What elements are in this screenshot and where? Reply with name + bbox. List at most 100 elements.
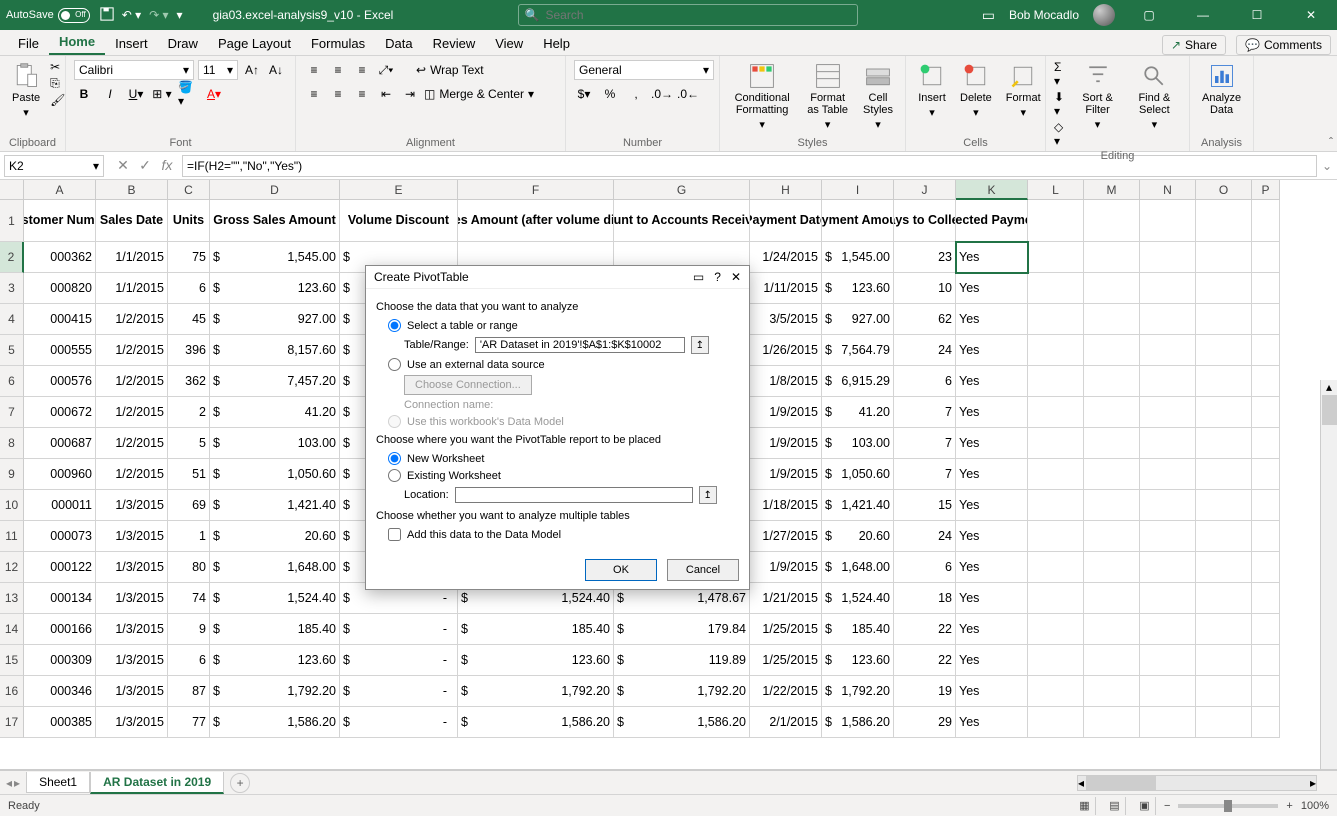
cell-N4[interactable]	[1140, 304, 1196, 335]
cell-B14[interactable]: 1/3/2015	[96, 614, 168, 645]
cell-J5[interactable]: 24	[894, 335, 956, 366]
cell-O2[interactable]	[1196, 242, 1252, 273]
col-header-M[interactable]: M	[1084, 180, 1140, 200]
header-cell[interactable]: Collected Payment?	[956, 200, 1028, 242]
cell-K3[interactable]: Yes	[956, 273, 1028, 304]
cell-C12[interactable]: 80	[168, 552, 210, 583]
cell-K2[interactable]: Yes	[956, 242, 1028, 273]
cell-A9[interactable]: 000960	[24, 459, 96, 490]
cell-I9[interactable]: $1,050.60	[822, 459, 894, 490]
cell-L7[interactable]	[1028, 397, 1084, 428]
minimize-icon[interactable]: —	[1183, 0, 1223, 30]
col-header-C[interactable]: C	[168, 180, 210, 200]
cell-I12[interactable]: $1,648.00	[822, 552, 894, 583]
dialog-help-icon[interactable]: ?	[714, 270, 721, 284]
row-header-2[interactable]: 2	[0, 242, 24, 273]
cell-F16[interactable]: $1,792.20	[458, 676, 614, 707]
header-cell[interactable]: Sales Date	[96, 200, 168, 242]
row-header-12[interactable]: 12	[0, 552, 24, 583]
dialog-move-icon[interactable]: ▭	[693, 270, 704, 284]
opt-external-source[interactable]: Use an external data source	[388, 356, 739, 373]
cell-D16[interactable]: $1,792.20	[210, 676, 340, 707]
cell-L6[interactable]	[1028, 366, 1084, 397]
cell-N3[interactable]	[1140, 273, 1196, 304]
cell-I2[interactable]: $1,545.00	[822, 242, 894, 273]
cell-H15[interactable]: 1/25/2015	[750, 645, 822, 676]
cell-K11[interactable]: Yes	[956, 521, 1028, 552]
header-cell[interactable]: Units	[168, 200, 210, 242]
tab-help[interactable]: Help	[533, 32, 580, 55]
location-select-icon[interactable]: ↥	[699, 486, 717, 504]
cell-P2[interactable]	[1252, 242, 1280, 273]
header-cell[interactable]: Days to Collect	[894, 200, 956, 242]
cell-K7[interactable]: Yes	[956, 397, 1028, 428]
cell-P7[interactable]	[1252, 397, 1280, 428]
paste-button[interactable]: Paste▾	[8, 60, 44, 121]
cell-J2[interactable]: 23	[894, 242, 956, 273]
cell-I8[interactable]: $103.00	[822, 428, 894, 459]
cell-M14[interactable]	[1084, 614, 1140, 645]
cell-P12[interactable]	[1252, 552, 1280, 583]
header-cell[interactable]: Amount to Accounts Receivable	[614, 200, 750, 242]
cell-C5[interactable]: 396	[168, 335, 210, 366]
cell-C16[interactable]: 87	[168, 676, 210, 707]
cell-I3[interactable]: $123.60	[822, 273, 894, 304]
ok-button[interactable]: OK	[585, 559, 657, 581]
cell-L3[interactable]	[1028, 273, 1084, 304]
cell-N5[interactable]	[1140, 335, 1196, 366]
cell-B3[interactable]: 1/1/2015	[96, 273, 168, 304]
col-header-J[interactable]: J	[894, 180, 956, 200]
cell-P10[interactable]	[1252, 490, 1280, 521]
tab-data[interactable]: Data	[375, 32, 422, 55]
undo-icon[interactable]: ↶ ▾	[122, 8, 141, 22]
cell-N15[interactable]	[1140, 645, 1196, 676]
cell-N2[interactable]	[1140, 242, 1196, 273]
cell-A16[interactable]: 000346	[24, 676, 96, 707]
col-header-N[interactable]: N	[1140, 180, 1196, 200]
insert-cells-button[interactable]: Insert▾	[914, 60, 950, 121]
header-cell[interactable]	[1140, 200, 1196, 242]
row-header-5[interactable]: 5	[0, 335, 24, 366]
search-input[interactable]	[545, 8, 850, 22]
font-size-dropdown[interactable]: 11▾	[198, 60, 238, 80]
tab-draw[interactable]: Draw	[158, 32, 208, 55]
zoom-in-icon[interactable]: +	[1286, 800, 1292, 812]
align-top-icon[interactable]: ≡	[304, 60, 324, 80]
sheet-nav-prev-icon[interactable]: ◂	[6, 776, 12, 790]
cell-E16[interactable]: $-	[340, 676, 458, 707]
cell-O14[interactable]	[1196, 614, 1252, 645]
add-sheet-icon[interactable]: +	[230, 773, 250, 793]
cell-N16[interactable]	[1140, 676, 1196, 707]
cell-I10[interactable]: $1,421.40	[822, 490, 894, 521]
row-header-7[interactable]: 7	[0, 397, 24, 428]
cell-N11[interactable]	[1140, 521, 1196, 552]
cell-H11[interactable]: 1/27/2015	[750, 521, 822, 552]
cell-P13[interactable]	[1252, 583, 1280, 614]
table-range-input[interactable]	[475, 337, 685, 353]
cell-D3[interactable]: $123.60	[210, 273, 340, 304]
autosave-toggle[interactable]: AutoSave Off	[6, 8, 90, 23]
format-as-table-button[interactable]: Format as Table▾	[802, 60, 853, 133]
cell-A17[interactable]: 000385	[24, 707, 96, 738]
font-name-dropdown[interactable]: Calibri▾	[74, 60, 194, 80]
cell-H7[interactable]: 1/9/2015	[750, 397, 822, 428]
cell-J6[interactable]: 6	[894, 366, 956, 397]
opt-existing-worksheet[interactable]: Existing Worksheet	[388, 467, 739, 484]
sheet-tab-sheet1[interactable]: Sheet1	[26, 772, 90, 793]
align-right-icon[interactable]: ≡	[352, 84, 372, 104]
cell-B9[interactable]: 1/2/2015	[96, 459, 168, 490]
cell-L11[interactable]	[1028, 521, 1084, 552]
cell-D14[interactable]: $185.40	[210, 614, 340, 645]
col-header-A[interactable]: A	[24, 180, 96, 200]
cell-O4[interactable]	[1196, 304, 1252, 335]
cell-H9[interactable]: 1/9/2015	[750, 459, 822, 490]
cell-D11[interactable]: $20.60	[210, 521, 340, 552]
enter-formula-icon[interactable]: ✓	[136, 157, 154, 174]
cell-A2[interactable]: 000362	[24, 242, 96, 273]
cell-M10[interactable]	[1084, 490, 1140, 521]
row-header-9[interactable]: 9	[0, 459, 24, 490]
cell-M2[interactable]	[1084, 242, 1140, 273]
cut-icon[interactable]: ✂	[50, 60, 65, 74]
cell-C15[interactable]: 6	[168, 645, 210, 676]
cell-D10[interactable]: $1,421.40	[210, 490, 340, 521]
